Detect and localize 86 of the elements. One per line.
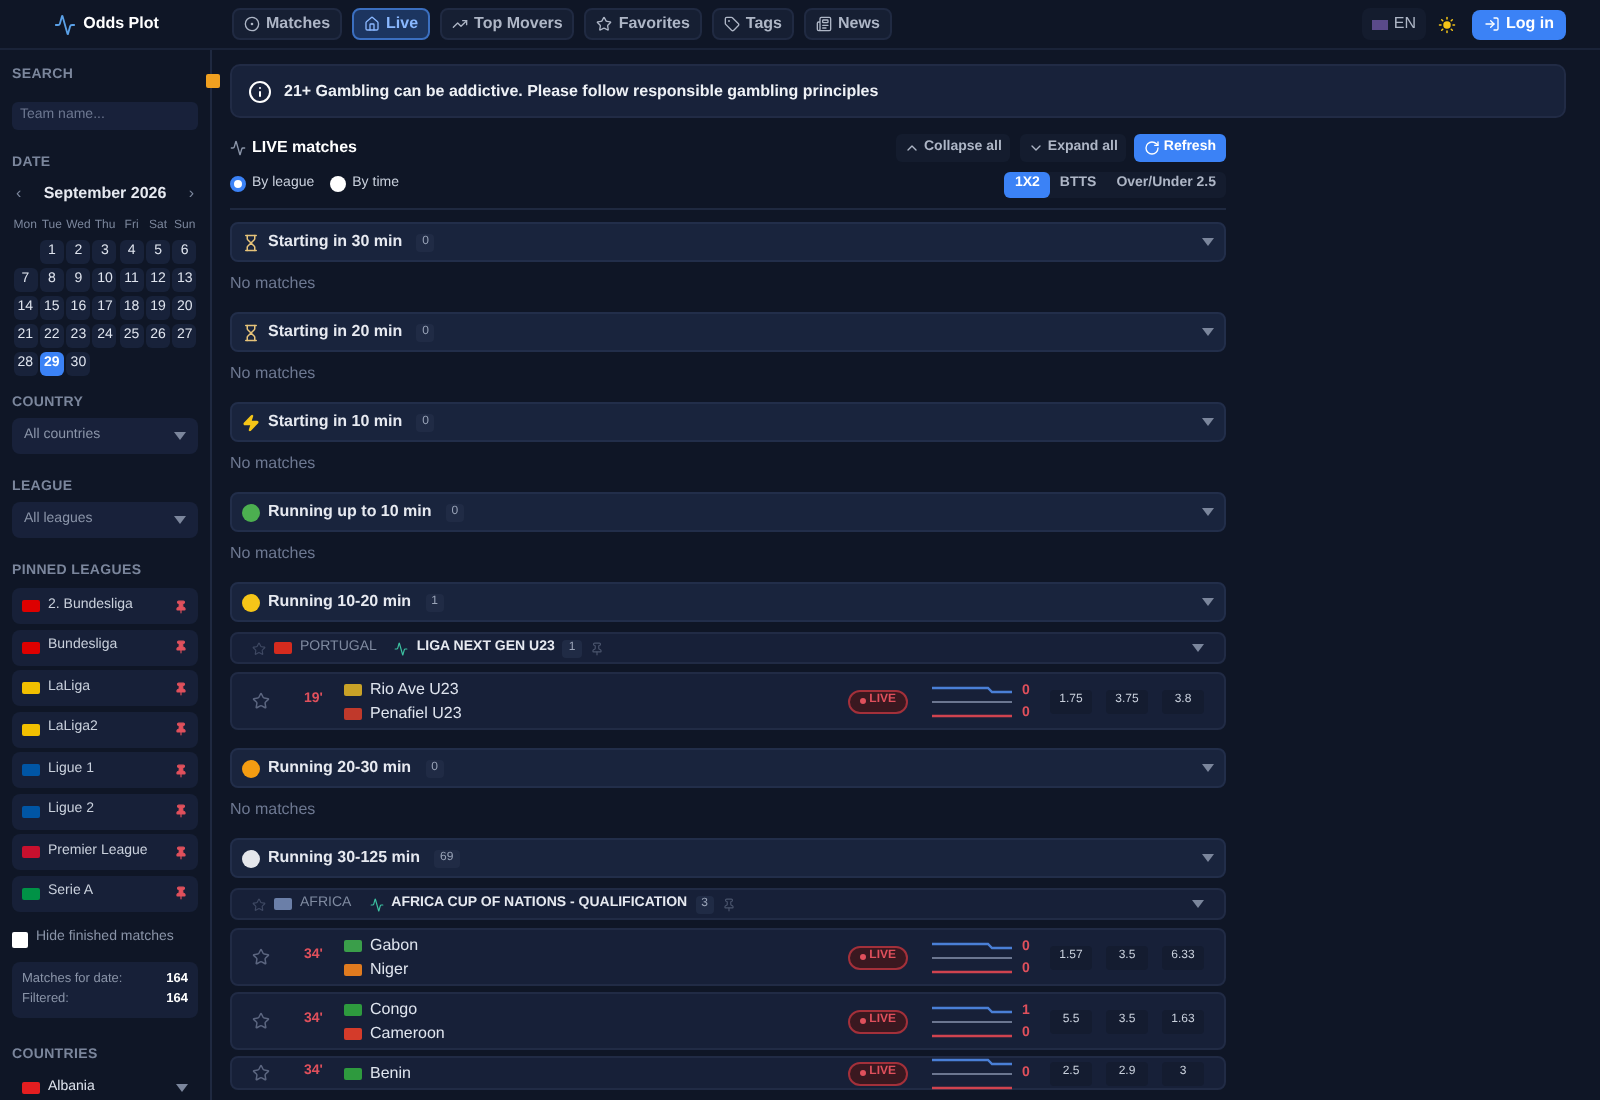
pin-icon[interactable]	[174, 804, 188, 818]
pin-icon[interactable]	[174, 763, 188, 777]
caret-icon	[174, 516, 186, 524]
section-title: Starting in 20 min	[268, 320, 403, 344]
league-logo-icon	[394, 641, 409, 655]
pin-icon[interactable]	[174, 845, 188, 859]
caret-icon	[1202, 418, 1214, 426]
hourglass-icon	[242, 323, 260, 341]
radio-icon[interactable]	[330, 176, 347, 192]
chart-icon	[452, 16, 469, 32]
hourglass-icon	[242, 233, 260, 251]
league-logo-icon	[369, 897, 384, 911]
refresh-icon	[1143, 140, 1160, 156]
theme-toggle-icon[interactable]	[1438, 15, 1456, 33]
nav-tab[interactable]: Top Movers	[440, 8, 575, 40]
checkbox[interactable]	[12, 931, 28, 947]
login-button[interactable]: Log in	[1472, 9, 1566, 39]
next-month-button[interactable]: ›	[188, 182, 194, 206]
favorite-star-icon[interactable]	[252, 948, 270, 966]
odds-trend-drawing	[932, 683, 1012, 719]
caret-icon	[1202, 238, 1214, 246]
live-icon	[230, 140, 246, 156]
odds-trend-drawing	[932, 1055, 1012, 1091]
login-icon	[1484, 16, 1500, 32]
favorite-star-icon[interactable]	[252, 641, 266, 655]
page-title: LIVE matches	[252, 136, 357, 160]
nav-tab[interactable]: Favorites	[584, 8, 702, 40]
section-title: Running 20-30 min	[268, 756, 412, 780]
empty-message: No matches	[230, 364, 318, 384]
section-title: Running 30-125 min	[268, 846, 421, 870]
favorite-star-icon[interactable]	[252, 897, 266, 911]
pin-icon[interactable]	[174, 640, 188, 654]
team-name: Benin	[370, 1061, 411, 1085]
newspaper-icon	[816, 16, 832, 32]
empty-message: No matches	[230, 800, 318, 820]
star-icon	[596, 16, 613, 32]
brand-name: Odds Plot	[83, 12, 159, 36]
favorite-star-icon[interactable]	[252, 1012, 270, 1030]
favorite-star-icon[interactable]	[252, 692, 270, 710]
nav-tab[interactable]: Live	[352, 8, 431, 40]
logo-icon	[53, 13, 76, 35]
favorite-star-icon[interactable]	[252, 1064, 270, 1082]
empty-message: No matches	[230, 274, 318, 294]
previous-month-button[interactable]: ‹	[16, 182, 22, 206]
section-title: Running up to 10 min	[268, 500, 432, 524]
caret-icon	[174, 432, 186, 440]
caret-icon	[1202, 598, 1214, 606]
section-title: Starting in 10 min	[268, 410, 403, 434]
team-name: Gabon	[370, 933, 419, 957]
team-name: Penafiel U23	[370, 701, 462, 725]
team-name: Congo	[370, 997, 418, 1021]
empty-message: No matches	[230, 454, 318, 474]
odds-trend-drawing	[932, 939, 1012, 975]
chevron-up-icon	[904, 140, 920, 156]
ball-icon	[244, 16, 260, 32]
team-name: Cameroon	[370, 1021, 445, 1045]
team-name: Niger	[370, 957, 409, 981]
empty-message: No matches	[230, 544, 318, 564]
home-icon	[364, 16, 381, 32]
caret-icon	[176, 1084, 188, 1092]
info-icon	[248, 79, 272, 103]
nav-tab[interactable]: Tags	[711, 8, 794, 40]
lightning-icon	[242, 413, 260, 431]
pin-icon[interactable]	[174, 886, 188, 900]
tag-icon	[723, 16, 740, 32]
language-button[interactable]: EN	[1361, 8, 1426, 40]
banner-text: 21+ Gambling can be addictive. Please follow responsible gambling principles	[284, 79, 879, 103]
flag-icon	[1371, 19, 1388, 29]
pin-icon[interactable]	[174, 722, 188, 736]
caret-icon	[1192, 900, 1204, 908]
chevron-down-icon	[1027, 140, 1044, 156]
caret-icon	[1202, 854, 1214, 862]
caret-icon	[1192, 644, 1204, 652]
section-title: Running 10-20 min	[268, 590, 412, 614]
nav-tab[interactable]: News	[804, 8, 892, 40]
odds-trend-drawing	[932, 1003, 1012, 1039]
caret-icon	[1202, 328, 1214, 336]
team-name: Rio Ave U23	[370, 677, 459, 701]
pin-icon[interactable]	[174, 681, 188, 695]
caret-icon	[1202, 508, 1214, 516]
radio-icon[interactable]	[230, 176, 246, 192]
month-title: September 2026	[43, 182, 167, 206]
caret-icon	[1202, 764, 1214, 772]
pin-icon[interactable]	[174, 599, 188, 613]
nav-tab[interactable]: Matches	[232, 8, 343, 40]
section-title: Starting in 30 min	[268, 230, 403, 254]
